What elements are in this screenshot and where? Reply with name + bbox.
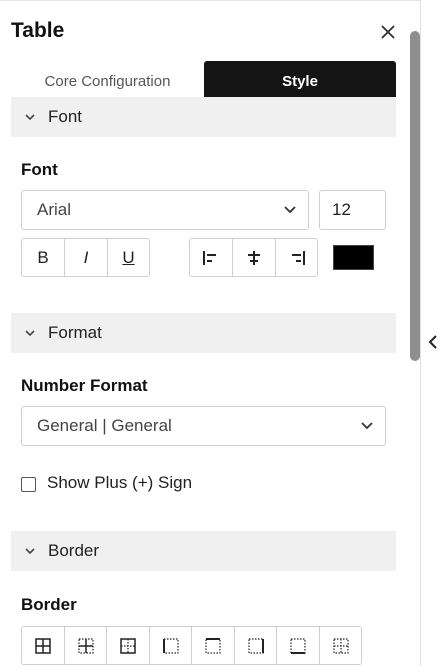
close-icon [381, 25, 395, 39]
font-family-value: Arial [37, 200, 72, 219]
align-center-icon [248, 250, 260, 265]
border-outer-button[interactable] [107, 627, 150, 664]
number-format-select[interactable]: General | General [21, 406, 386, 446]
font-size-input[interactable]: 12 [319, 190, 386, 230]
border-options-group [21, 626, 362, 665]
tab-bar: Core Configuration Style [11, 61, 396, 101]
border-inner-button[interactable] [65, 627, 107, 664]
italic-button[interactable]: I [65, 239, 108, 276]
collapse-panel-button[interactable] [424, 330, 440, 354]
chevron-down-icon [25, 110, 39, 124]
font-family-select[interactable]: Arial [21, 190, 309, 230]
outer-border-icon [120, 637, 136, 654]
border-label: Border [21, 595, 77, 614]
inner-borders-icon [77, 637, 94, 654]
border-bottom-button[interactable] [277, 627, 320, 664]
panel-divider [420, 0, 421, 666]
tab-core-configuration[interactable]: Core Configuration [11, 61, 204, 101]
bold-button[interactable]: B [22, 239, 65, 276]
align-left-button[interactable] [190, 239, 233, 276]
border-right-button[interactable] [235, 627, 277, 664]
format-section-title: Format [48, 323, 102, 342]
border-all-button[interactable] [22, 627, 65, 664]
chevron-down-icon [25, 544, 39, 558]
font-section-header[interactable]: Font [11, 97, 396, 137]
left-border-icon [162, 637, 179, 654]
number-format-label: Number Format [21, 376, 148, 395]
chevron-down-icon [25, 326, 39, 340]
align-left-icon [203, 250, 216, 265]
no-border-icon [332, 637, 349, 654]
top-border-icon [205, 637, 221, 654]
font-label: Font [21, 160, 58, 179]
border-none-button[interactable] [320, 627, 361, 664]
align-right-icon [291, 250, 305, 265]
underline-button[interactable]: U [108, 239, 149, 276]
underline-label: U [122, 247, 135, 267]
show-plus-sign-checkbox[interactable] [21, 477, 36, 492]
font-color-swatch[interactable] [333, 245, 374, 270]
align-center-button[interactable] [233, 239, 276, 276]
border-left-button[interactable] [150, 627, 192, 664]
number-format-value: General | General [37, 416, 172, 435]
chevron-down-icon [361, 419, 375, 433]
alignment-group [189, 238, 318, 277]
text-style-group: B I U [21, 238, 150, 277]
font-section-title: Font [48, 107, 83, 126]
show-plus-sign-row: Show Plus (+) Sign [21, 473, 192, 493]
border-section-title: Border [48, 541, 100, 560]
italic-label: I [83, 247, 89, 267]
all-borders-icon [35, 637, 51, 654]
right-border-icon [247, 637, 264, 654]
bold-label: B [37, 247, 49, 267]
bottom-border-icon [290, 637, 306, 654]
panel-title: Table [11, 19, 65, 42]
border-section-header[interactable]: Border [11, 531, 396, 571]
panel-scrollbar[interactable] [410, 31, 420, 361]
show-plus-sign-label[interactable]: Show Plus (+) Sign [47, 473, 192, 493]
format-section-header[interactable]: Format [11, 313, 396, 353]
chevron-down-icon [284, 203, 298, 217]
chevron-left-icon [428, 335, 437, 349]
align-right-button[interactable] [276, 239, 317, 276]
border-top-button[interactable] [192, 627, 235, 664]
style-panel: Table Core Configuration Style Font Font… [0, 0, 420, 666]
close-button[interactable] [377, 21, 399, 43]
tab-style[interactable]: Style [204, 61, 396, 101]
